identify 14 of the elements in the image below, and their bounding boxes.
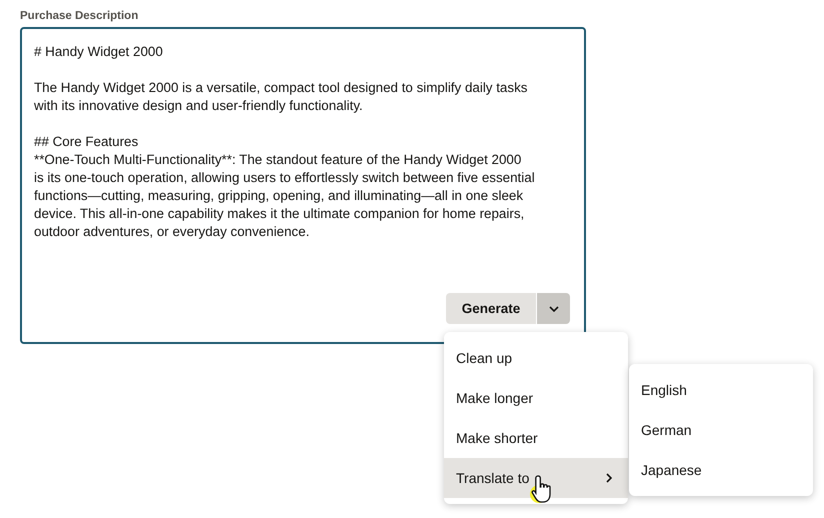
generate-button[interactable]: Generate bbox=[446, 293, 536, 324]
text-paragraph: The Handy Widget 2000 is a versatile, compact tool designed to simplify daily tasks with its innovative design and user-friendly functionality. bbox=[34, 79, 528, 115]
description-textarea[interactable] bbox=[20, 27, 586, 344]
menu-item[interactable]: Make shorter bbox=[444, 418, 628, 458]
submenu-item[interactable]: English bbox=[629, 370, 813, 410]
text-paragraph: # Handy Widget 2000 bbox=[34, 43, 164, 61]
field-label: Purchase Description bbox=[20, 10, 140, 22]
chevron-down-icon bbox=[548, 306, 558, 312]
menu-item[interactable]: Make longer bbox=[444, 378, 628, 418]
text-paragraph: ## Core Features **One-Touch Multi-Functionality**: The standout feature of the Handy Widget 2000 is its one-touch operation, allowing users to effortlessly switch between five essential functions—cutting, measuring, gripping, opening, and illuminating—all in one sleek device. This all-in-one capability makes it the ultimate companion for home repairs, outdoor adventures, or everyday convenience. bbox=[34, 133, 536, 241]
submenu-item[interactable]: Japanese bbox=[629, 450, 813, 490]
menu-item[interactable]: Clean up bbox=[444, 338, 628, 378]
menu-item[interactable]: Translate to bbox=[444, 458, 628, 498]
submenu-item[interactable]: German bbox=[629, 410, 813, 450]
